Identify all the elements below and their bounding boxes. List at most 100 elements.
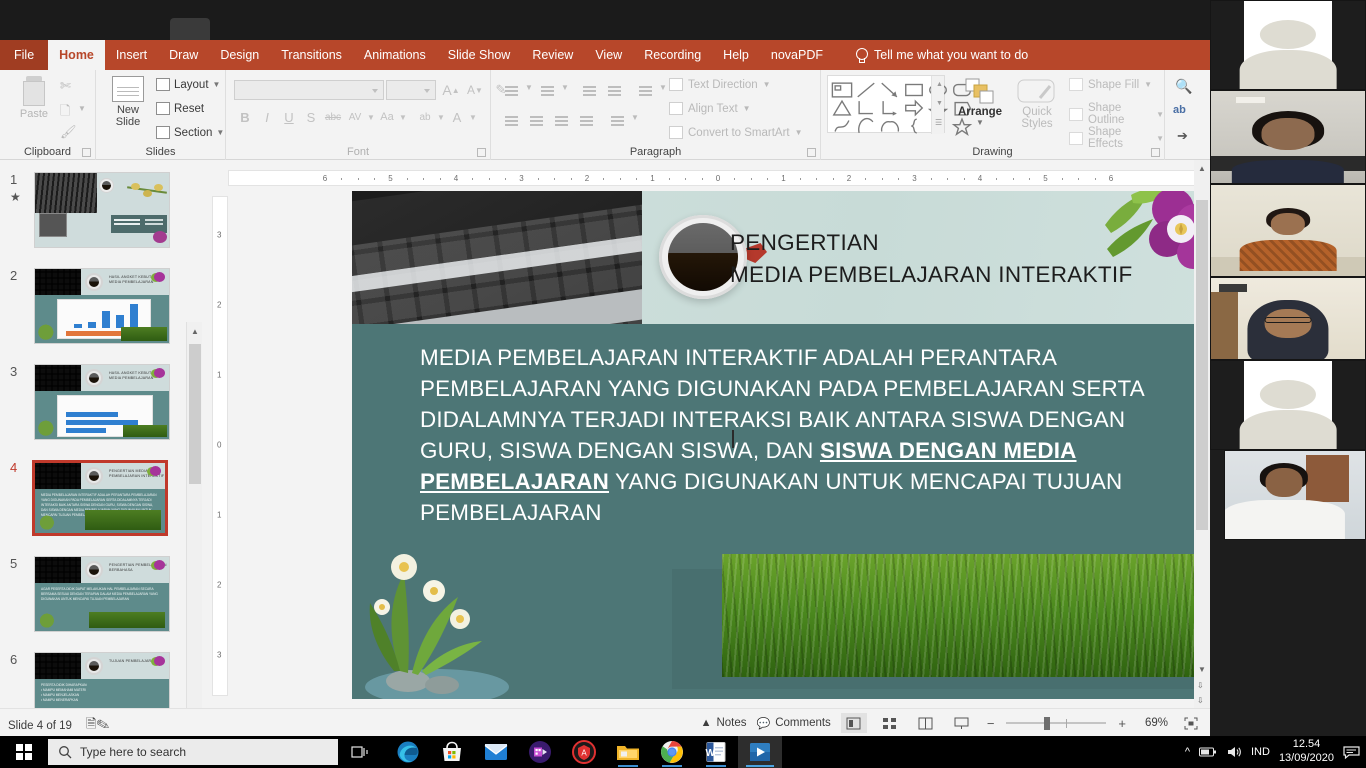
columns-arrow[interactable]: ▼ <box>630 106 640 128</box>
ribbon-tab-help[interactable]: Help <box>712 40 760 70</box>
decrease-indent-button[interactable] <box>577 76 601 98</box>
zoom-slider-knob[interactable] <box>1044 717 1051 730</box>
shapes-scroll-up-icon[interactable]: ▲ <box>936 81 943 88</box>
cut-icon[interactable]: ✄ <box>60 78 71 94</box>
show-hidden-icons-button[interactable]: ^ <box>1185 746 1190 758</box>
volume-icon[interactable] <box>1226 745 1242 759</box>
bullets-button[interactable] <box>499 76 523 98</box>
ribbon-tab-recording[interactable]: Recording <box>633 40 712 70</box>
arc-shape-icon[interactable] <box>855 115 877 137</box>
fit-to-window-button[interactable] <box>1178 713 1204 733</box>
mail-icon[interactable] <box>474 736 518 768</box>
thumbnail-slide-3[interactable]: HASIL ANGKET KEBUTUHAN MEDIA PEMBELAJARA… <box>34 364 170 440</box>
layout-dropdown-arrow[interactable]: ▼ <box>213 80 221 89</box>
participant-video-2[interactable] <box>1210 90 1366 184</box>
window-tab[interactable] <box>170 18 210 40</box>
slide-counter[interactable]: Slide 4 of 19 <box>8 720 72 732</box>
increase-font-size-button[interactable]: A ▲ <box>440 80 462 100</box>
drawing-dialog-launcher[interactable] <box>1151 148 1160 157</box>
ribbon-tab-view[interactable]: View <box>584 40 633 70</box>
line-spacing-button[interactable] <box>633 76 657 98</box>
shape-effects-arrow[interactable]: ▼ <box>1156 134 1164 143</box>
battery-icon[interactable] <box>1198 746 1217 758</box>
thumbnail-slide-4[interactable]: PENGERTIAN MEDIA PEMBELAJARAN INTERAKTIF… <box>32 460 168 536</box>
ribbon-tab-insert[interactable]: Insert <box>105 40 158 70</box>
paragraph-dialog-launcher[interactable] <box>807 148 816 157</box>
clock[interactable]: 12.54 13/09/2020 <box>1279 738 1334 766</box>
purple-app-icon[interactable] <box>518 736 562 768</box>
word-icon[interactable]: W <box>694 736 738 768</box>
change-case-arrow[interactable]: ▼ <box>398 106 408 128</box>
ribbon-tab-slide-show[interactable]: Slide Show <box>437 40 522 70</box>
find-icon[interactable]: 🔍 <box>1175 78 1192 95</box>
copy-dropdown-arrow[interactable]: ▼ <box>78 104 86 113</box>
normal-view-button[interactable] <box>840 713 867 733</box>
align-text-arrow[interactable]: ▼ <box>743 104 751 113</box>
task-view-button[interactable] <box>338 736 382 768</box>
canvas-scrollbar-thumb[interactable] <box>1196 200 1208 530</box>
shapes-more-icon[interactable]: ☰ <box>935 118 942 127</box>
canvas-scroll-up-icon[interactable]: ▲ <box>1198 164 1206 173</box>
slideshow-button[interactable] <box>949 713 975 733</box>
arrange-arrow[interactable]: ▼ <box>953 118 1007 127</box>
thumbnail-scrollbar[interactable]: ▲ ▼ <box>186 322 202 736</box>
thumbnail-scrollbar-thumb[interactable] <box>189 344 201 484</box>
zoom-slider[interactable] <box>1006 714 1107 732</box>
ribbon-tab-file[interactable]: File <box>0 40 49 70</box>
align-right-button[interactable] <box>549 106 573 128</box>
canvas-scroll-down-icon[interactable]: ▼ <box>1198 665 1206 674</box>
curve-shape-icon[interactable] <box>879 115 901 137</box>
italic-button[interactable]: I <box>256 106 278 128</box>
section-dropdown-arrow[interactable]: ▼ <box>216 128 224 137</box>
text-shadow-button[interactable]: S <box>300 106 322 128</box>
participant-video-4[interactable] <box>1210 277 1366 360</box>
slide-body-text[interactable]: MEDIA PEMBELAJARAN INTERAKTIF ADALAH PER… <box>420 343 1172 528</box>
chrome-icon[interactable] <box>650 736 694 768</box>
text-highlight-arrow[interactable]: ▼ <box>436 106 446 128</box>
antivirus-icon[interactable]: A <box>562 736 606 768</box>
thumbnail-scroll-up-icon[interactable]: ▲ <box>187 322 203 340</box>
action-center-icon[interactable] <box>1343 745 1360 760</box>
canvas-scrollbar[interactable]: ▲ ▼ ⇩ ⇩ <box>1194 160 1210 708</box>
slide-title[interactable]: PENGERTIAN MEDIA PEMBELAJARAN INTERAKTIF <box>730 227 1133 291</box>
text-direction-arrow[interactable]: ▼ <box>763 80 771 89</box>
character-spacing-button[interactable]: AV <box>344 106 366 128</box>
justify-button[interactable] <box>574 106 598 128</box>
align-text-button[interactable]: Align Text ▼ <box>669 102 751 115</box>
font-dialog-launcher[interactable] <box>477 148 486 157</box>
shape-fill-arrow[interactable]: ▼ <box>1144 80 1152 89</box>
paste-button[interactable]: Paste <box>12 76 56 120</box>
font-color-arrow[interactable]: ▼ <box>468 106 478 128</box>
participant-avatar-1[interactable] <box>1210 0 1366 90</box>
new-slide-button[interactable]: New Slide <box>104 76 152 128</box>
change-case-button[interactable]: Aa <box>376 106 398 128</box>
line-spacing-arrow[interactable]: ▼ <box>658 76 668 98</box>
replace-icon[interactable]: ab <box>1173 104 1186 116</box>
language-indicator[interactable]: IND <box>1251 746 1270 758</box>
tell-me-box[interactable]: Tell me what you want to do <box>844 40 1039 70</box>
accessibility-icon[interactable]: 🗎✎ <box>86 715 110 736</box>
file-explorer-icon[interactable] <box>606 736 650 768</box>
clipboard-dialog-launcher[interactable] <box>82 148 91 157</box>
reset-button[interactable]: Reset <box>156 102 204 115</box>
columns-button[interactable] <box>605 106 629 128</box>
powerpoint-icon[interactable] <box>738 736 782 768</box>
shapes-gallery-scrollbar[interactable]: ▲ ▼ ☰ <box>931 76 944 134</box>
previous-slide-icon[interactable]: ⇩ <box>1197 681 1204 690</box>
participant-video-6[interactable] <box>1224 450 1366 540</box>
slide-editing-surface[interactable]: PENGERTIAN MEDIA PEMBELAJARAN INTERAKTIF <box>352 191 1207 699</box>
font-color-button[interactable]: A <box>446 106 468 128</box>
thumbnail-slide-2[interactable]: HASIL ANGKET KEBUTUHAN MEDIA PEMBELAJARA… <box>34 268 170 344</box>
decrease-font-size-button[interactable]: A ▼ <box>464 80 486 100</box>
edge-icon[interactable] <box>386 736 430 768</box>
align-center-button[interactable] <box>524 106 548 128</box>
shapes-scroll-down-icon[interactable]: ▼ <box>936 100 943 107</box>
underline-button[interactable]: U <box>278 106 300 128</box>
font-name-combo[interactable] <box>234 80 384 100</box>
arrange-button[interactable]: Arrange ▼ <box>953 76 1007 127</box>
format-painter-icon[interactable]: 🖌 <box>60 124 77 140</box>
ribbon-tab-review[interactable]: Review <box>521 40 584 70</box>
strikethrough-button[interactable]: abc <box>322 106 344 128</box>
slide-sorter-button[interactable] <box>877 713 903 733</box>
select-icon[interactable]: ➔ <box>1177 128 1188 144</box>
